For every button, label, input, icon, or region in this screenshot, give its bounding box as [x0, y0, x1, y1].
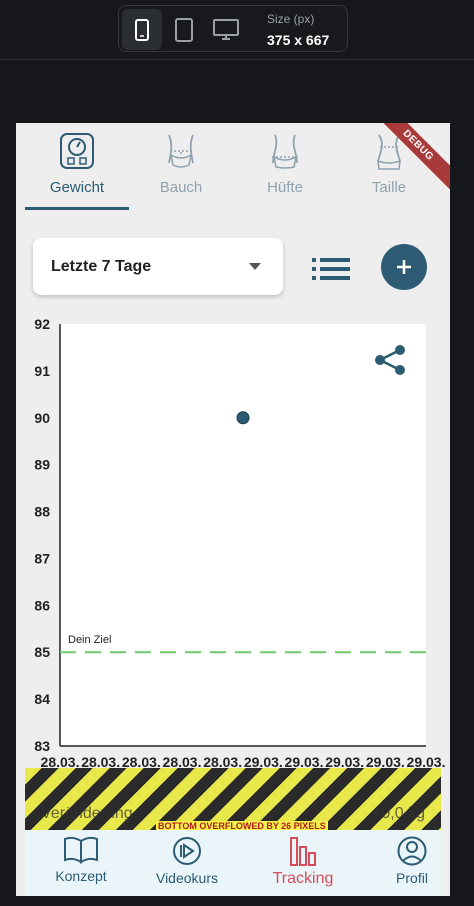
- tab-label: Taille: [371, 179, 407, 196]
- x-tick-label: 28.03.: [203, 754, 242, 768]
- divider: [0, 59, 474, 60]
- y-tick-label: 91: [34, 363, 50, 379]
- nav-item-profil[interactable]: Profil: [364, 836, 450, 894]
- tab-label: Bauch: [159, 179, 203, 196]
- nav-label: Tracking: [272, 870, 334, 887]
- desktop-device-button[interactable]: [206, 9, 246, 50]
- y-tick-label: 92: [34, 318, 50, 332]
- y-tick-label: 89: [34, 457, 50, 473]
- phone-icon: [135, 18, 149, 41]
- person-icon: [397, 836, 427, 866]
- y-tick-label: 83: [34, 738, 50, 754]
- device-toolbar: Size (px) 375 x 667: [118, 5, 348, 52]
- book-icon: [64, 836, 98, 864]
- x-tick-label: 28.03.: [81, 754, 120, 768]
- chart-plot-area: [60, 324, 426, 746]
- size-label: Size (px): [267, 12, 315, 26]
- size-value: 375 x 667: [267, 32, 330, 48]
- y-tick-label: 84: [34, 691, 50, 707]
- nav-item-videokurs[interactable]: Videokurs: [139, 836, 235, 894]
- y-tick-label: 85: [34, 644, 50, 660]
- tab-gewicht[interactable]: Gewicht: [25, 131, 129, 207]
- goal-label: Dein Ziel: [68, 634, 111, 646]
- measurement-tabbar: Gewicht Bauch Hüfte Taille: [16, 123, 450, 213]
- belly-icon: [168, 134, 194, 168]
- nav-label: Profil: [396, 870, 428, 886]
- phone-preview: Gewicht Bauch Hüfte Taille DEBUG Letzte …: [16, 123, 450, 896]
- caret-down-icon: [249, 263, 261, 270]
- change-label: Veränderung: [41, 805, 133, 822]
- bottom-navigation: Konzept Videokurs Tracking Profil: [25, 830, 441, 896]
- scale-icon: [60, 133, 94, 169]
- x-tick-label: 29.03.: [366, 754, 405, 768]
- x-tick-label: 28.03.: [122, 754, 161, 768]
- x-tick-label: 29.03.: [244, 754, 283, 768]
- tab-indicator: [25, 207, 129, 210]
- list-view-icon[interactable]: [312, 257, 350, 281]
- play-circle-icon: [173, 837, 201, 865]
- phone-device-button[interactable]: [122, 9, 162, 50]
- add-entry-button[interactable]: [381, 244, 427, 290]
- nav-label: Konzept: [55, 868, 107, 884]
- data-point[interactable]: [236, 411, 250, 425]
- tab-bauch[interactable]: Bauch: [129, 131, 233, 207]
- plus-icon: [397, 260, 411, 274]
- x-tick-label: 28.03.: [41, 754, 80, 768]
- weight-chart: 92919089888786858483 28.03. 28.03. 28.03. 2…: [34, 318, 446, 768]
- y-tick-label: 90: [34, 410, 50, 426]
- overflow-warning-strip: Veränderung +0,0 kg BOTTOM OVERFLOWED BY…: [25, 768, 441, 830]
- x-tick-label: 29.03.: [407, 754, 446, 768]
- hip-icon: [272, 134, 298, 169]
- y-tick-label: 87: [34, 550, 50, 566]
- overflow-warning-text: BOTTOM OVERFLOWED BY 26 PIXELS: [156, 821, 328, 830]
- tablet-device-button[interactable]: [164, 9, 204, 50]
- tab-label: Gewicht: [49, 179, 105, 196]
- tablet-icon: [175, 17, 193, 42]
- x-tick-label: 29.03.: [325, 754, 364, 768]
- x-tick-label: 28.03.: [163, 754, 202, 768]
- x-tick-label: 29.03.: [285, 754, 324, 768]
- y-tick-label: 86: [34, 597, 50, 613]
- change-value: +0,0 kg: [372, 805, 425, 822]
- period-dropdown-value: Letzte 7 Tage: [51, 257, 152, 275]
- tab-label: Hüfte: [267, 179, 303, 196]
- tab-huefte[interactable]: Hüfte: [233, 131, 337, 207]
- period-dropdown[interactable]: Letzte 7 Tage: [33, 238, 283, 295]
- nav-item-tracking[interactable]: Tracking: [255, 836, 351, 894]
- nav-item-konzept[interactable]: Konzept: [33, 836, 129, 894]
- y-tick-label: 88: [34, 504, 50, 520]
- monitor-icon: [213, 18, 239, 40]
- bar-chart-icon: [290, 837, 316, 866]
- nav-label: Videokurs: [155, 870, 218, 886]
